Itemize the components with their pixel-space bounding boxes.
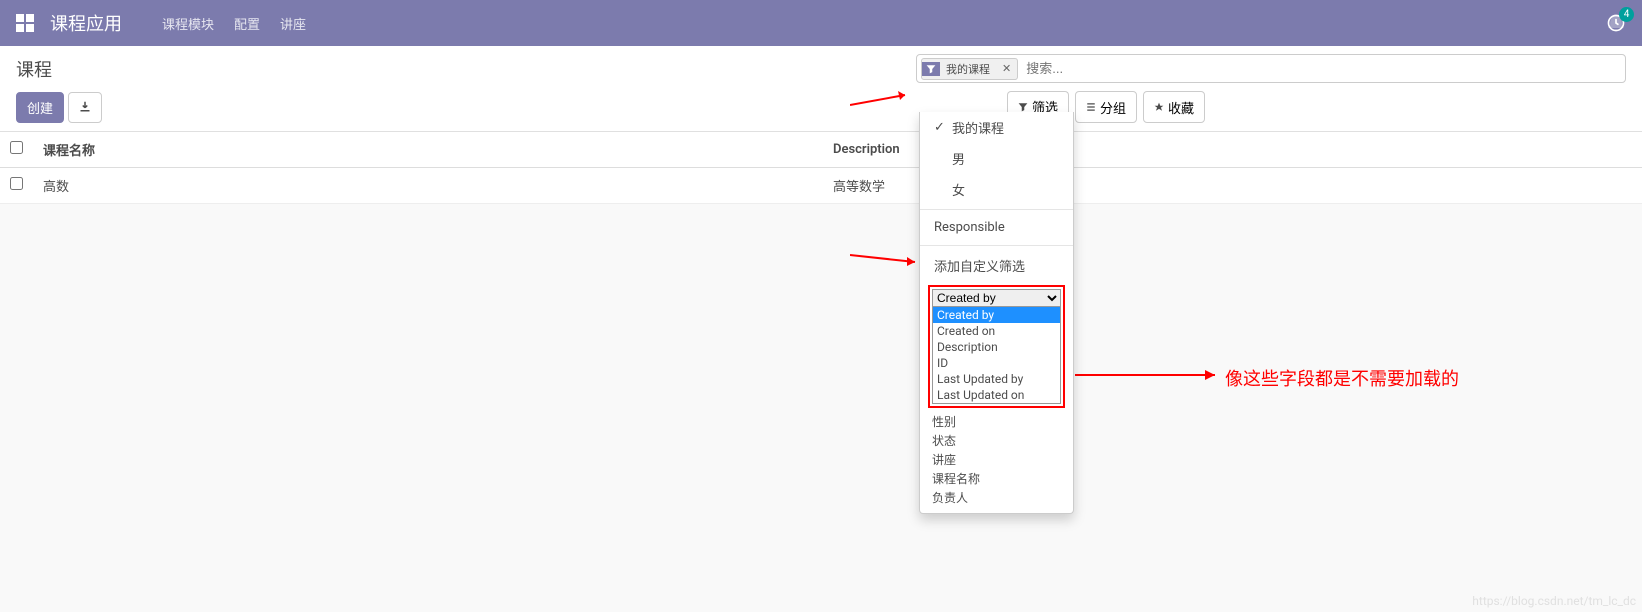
apps-grid-icon[interactable] [16, 14, 34, 32]
table-row[interactable]: 高数 高等数学 [0, 168, 1642, 204]
field-option[interactable]: 状态 [928, 431, 1065, 450]
nav-item-config[interactable]: 配置 [234, 14, 260, 33]
activity-icon[interactable]: 4 [1606, 13, 1626, 33]
create-button[interactable]: 创建 [16, 92, 64, 123]
field-option[interactable]: 讲座 [928, 450, 1065, 469]
field-options-list: Created by Created on Description ID Las… [932, 307, 1061, 404]
field-option[interactable]: 课程名称 [928, 469, 1065, 488]
row-checkbox[interactable] [10, 177, 23, 190]
search-box[interactable]: 我的课程 ✕ [916, 54, 1626, 83]
top-navbar: 课程应用 课程模块 配置 讲座 4 [0, 0, 1642, 46]
nav-item-lecture[interactable]: 讲座 [280, 14, 306, 33]
annotation-red-box: Created by Created by Created on Descrip… [928, 285, 1065, 408]
activity-count-badge: 4 [1619, 7, 1634, 22]
field-options-rest: 性别 状态 讲座 课程名称 负责人 [920, 412, 1073, 513]
list-view: 课程名称 Description 高数 高等数学 [0, 132, 1642, 204]
field-option[interactable]: Description [933, 339, 1060, 355]
funnel-icon [1018, 102, 1028, 112]
field-option[interactable]: Created by [933, 307, 1060, 323]
favorite-button[interactable]: 收藏 [1143, 91, 1205, 123]
filter-icon [922, 62, 940, 76]
watermark: https://blog.csdn.net/tm_lc_dc [1472, 594, 1636, 608]
search-facet: 我的课程 ✕ [921, 58, 1018, 80]
filter-dropdown: ✓ 我的课程 男 女 Responsible 添加自定义筛选 Created b… [919, 112, 1074, 514]
divider [920, 245, 1073, 246]
filter-item-female[interactable]: 女 [920, 174, 1073, 205]
divider [920, 209, 1073, 210]
filter-item-male[interactable]: 男 [920, 143, 1073, 174]
field-option[interactable]: ID [933, 355, 1060, 371]
export-button[interactable] [68, 92, 102, 123]
facet-label: 我的课程 [940, 59, 996, 79]
field-select[interactable]: Created by [932, 289, 1061, 307]
custom-filter-header: 添加自定义筛选 [920, 250, 1073, 281]
col-header-name[interactable]: 课程名称 [33, 132, 823, 168]
group-button[interactable]: 分组 [1075, 91, 1137, 123]
cell-name: 高数 [33, 168, 823, 204]
select-all-checkbox[interactable] [10, 141, 23, 154]
field-option[interactable]: 性别 [928, 412, 1065, 431]
navbar-menu: 课程模块 配置 讲座 [162, 14, 306, 33]
annotation-arrow-icon [850, 250, 930, 270]
field-option[interactable]: Created on [933, 323, 1060, 339]
app-title: 课程应用 [50, 10, 122, 36]
annotation-text: 像这些字段都是不需要加载的 [1225, 365, 1459, 391]
field-option[interactable]: Last Updated by [933, 371, 1060, 387]
breadcrumb: 课程 [16, 56, 916, 82]
field-option[interactable]: 负责人 [928, 488, 1065, 507]
check-icon: ✓ [934, 120, 946, 135]
filter-item-responsible[interactable]: Responsible [920, 214, 1073, 241]
download-icon [79, 101, 91, 113]
annotation-arrow-icon [1075, 365, 1225, 385]
nav-item-module[interactable]: 课程模块 [162, 14, 214, 33]
search-input[interactable] [1022, 57, 1621, 80]
filter-item-my-courses[interactable]: ✓ 我的课程 [920, 112, 1073, 143]
field-option[interactable]: Last Updated on [933, 387, 1060, 403]
star-icon [1154, 102, 1164, 112]
facet-remove-icon[interactable]: ✕ [996, 60, 1017, 77]
control-panel: 课程 我的课程 ✕ 创建 筛选 分组 [0, 46, 1642, 132]
list-icon [1086, 102, 1096, 112]
